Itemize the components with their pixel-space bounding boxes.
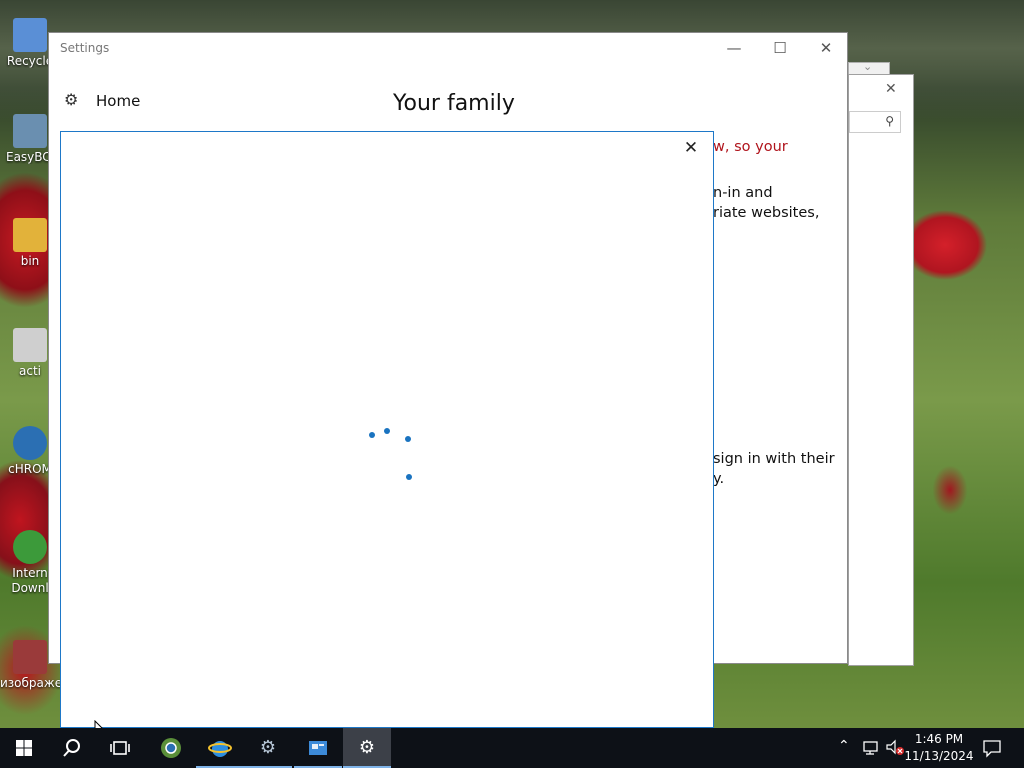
- task-view-icon: [110, 741, 130, 755]
- background-search-box[interactable]: ⚲: [849, 111, 901, 133]
- close-icon: ✕: [819, 39, 833, 57]
- chevron-up-icon: ⌃: [838, 738, 850, 754]
- dialog-close-button[interactable]: ✕: [681, 138, 701, 158]
- recycle-bin-glyph: [13, 18, 47, 52]
- show-hidden-icons-button[interactable]: ⌃: [838, 738, 850, 778]
- search-button[interactable]: [48, 728, 96, 768]
- loading-spinner-dot: [369, 432, 375, 438]
- gear-icon: ⚙: [64, 90, 79, 109]
- close-icon[interactable]: ✕: [885, 81, 897, 97]
- chevron-down-icon: ⌄: [863, 60, 873, 73]
- add-family-member-dialog: ✕: [60, 131, 714, 728]
- title-bar[interactable]: Settings — ☐ ✕: [49, 33, 847, 65]
- settings-gears-taskbar-app[interactable]: ⚙: [244, 728, 292, 768]
- close-button[interactable]: ✕: [803, 33, 849, 65]
- family-info-text-3: riate websites,: [713, 205, 820, 221]
- family-info-text-1: w, so your: [713, 139, 788, 155]
- search-icon: [63, 739, 80, 757]
- family-info-text-4: sign in with their: [713, 451, 835, 467]
- loading-spinner-dot: [406, 474, 412, 480]
- settings-gear-icon: ⚙: [358, 737, 376, 758]
- activator-glyph: [13, 328, 47, 362]
- gears-icon: ⚙: [259, 737, 277, 758]
- window-title: Settings: [60, 41, 110, 55]
- maximize-button[interactable]: ☐: [757, 33, 803, 65]
- clock-date: 11/13/2024: [904, 749, 974, 763]
- task-view-button[interactable]: [96, 728, 144, 768]
- easybcd-glyph: [13, 114, 47, 148]
- minimize-button[interactable]: —: [711, 33, 757, 65]
- chrome-icon: [161, 738, 181, 758]
- notification-center-icon[interactable]: [982, 738, 1002, 778]
- idm-glyph: [13, 530, 47, 564]
- loading-spinner-dot: [405, 436, 411, 442]
- family-info-text-2: n-in and: [713, 185, 773, 201]
- internet-explorer-taskbar-app[interactable]: [196, 728, 244, 768]
- start-button[interactable]: [0, 728, 48, 768]
- close-icon: ✕: [683, 138, 699, 158]
- home-label: Home: [96, 92, 141, 110]
- family-info-text-5: y.: [713, 471, 725, 487]
- chrome-taskbar-app[interactable]: [147, 728, 195, 768]
- clock[interactable]: 1:46 PM 11/13/2024: [900, 731, 978, 765]
- maximize-icon: ☐: [773, 39, 787, 57]
- internet-explorer-icon: [208, 741, 232, 757]
- page-title: Your family: [393, 91, 515, 116]
- search-icon: ⚲: [885, 114, 894, 128]
- clock-time: 1:46 PM: [914, 732, 964, 746]
- control-panel-taskbar-app[interactable]: [294, 728, 342, 768]
- settings-taskbar-app[interactable]: ⚙: [343, 728, 391, 768]
- loading-spinner-dot: [384, 428, 390, 434]
- background-window[interactable]: ✕ ⚲: [848, 74, 914, 666]
- images-folder-label: изображе: [0, 676, 60, 690]
- minimize-icon: —: [726, 39, 742, 57]
- taskbar: ⚙ ⚙ ⌃ 1:46 PM 11/13/2024: [0, 728, 1024, 768]
- folder-glyph: [13, 218, 47, 252]
- control-panel-icon: [309, 741, 327, 755]
- chrome-glyph: [13, 426, 47, 460]
- windows-logo-icon: [16, 740, 32, 756]
- images-glyph: [13, 640, 47, 674]
- network-icon[interactable]: [862, 740, 880, 780]
